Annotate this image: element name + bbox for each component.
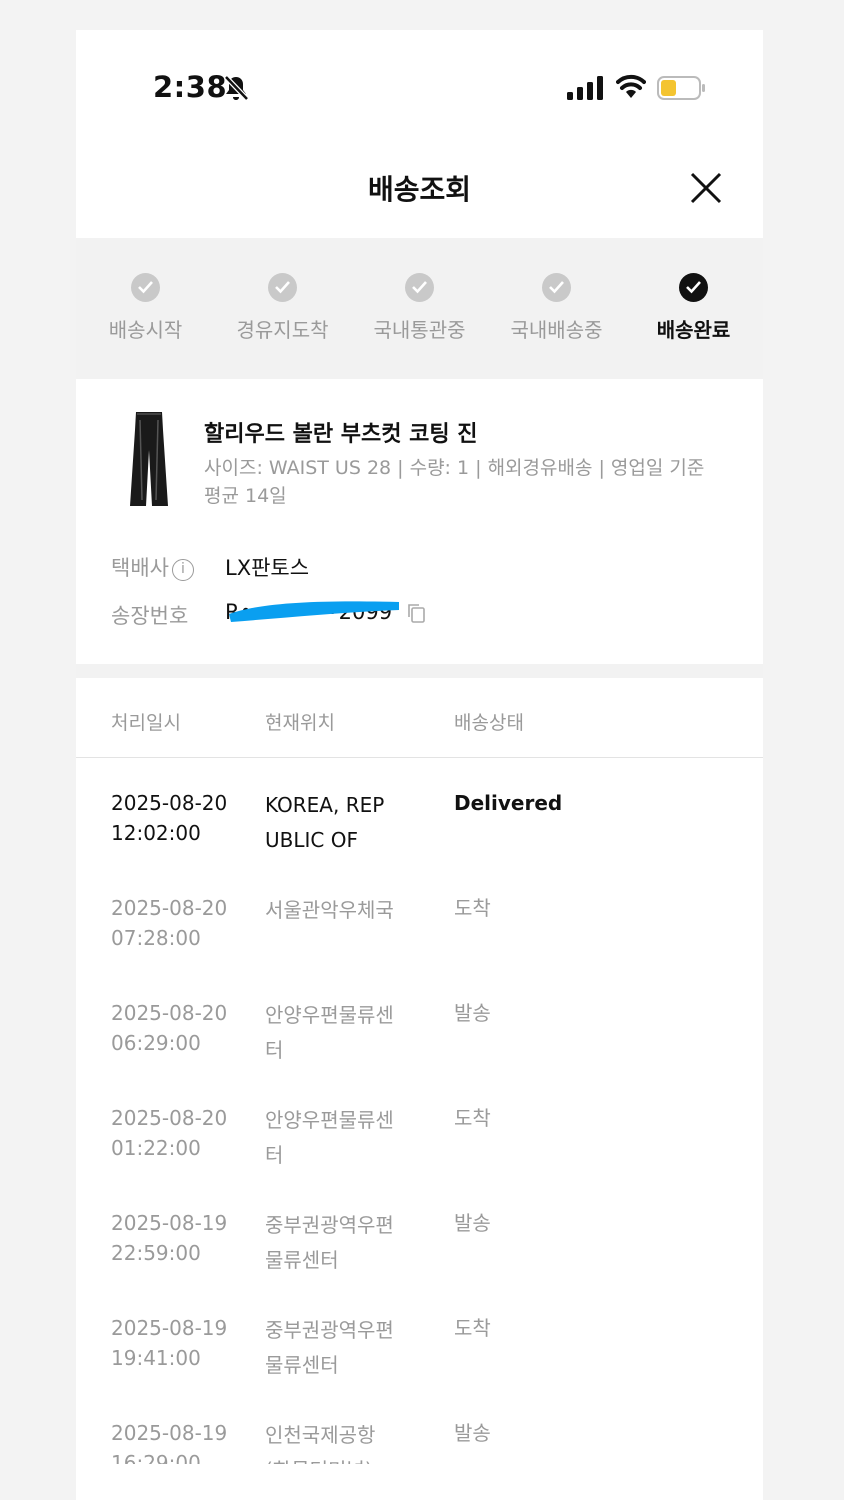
step-transit-arrived: 경유지도착: [214, 238, 351, 379]
column-header-date: 처리일시: [111, 712, 181, 734]
row-time: 22:59:00: [111, 1241, 201, 1265]
status-bar: 2:38: [76, 30, 763, 120]
row-datetime: 2025-08-20 12:02:00: [111, 788, 251, 848]
tracking-number-label: 송장번호: [111, 604, 189, 628]
row-location: 서울관악우체국: [265, 898, 394, 922]
check-icon: [679, 273, 708, 302]
row-datetime: 2025-08-20 06:29:00: [111, 998, 251, 1058]
clock: 2:38: [153, 70, 228, 104]
header-divider: [76, 757, 763, 758]
row-datetime: 2025-08-19 19:41:00: [111, 1313, 251, 1373]
row-datetime: 2025-08-19 22:59:00: [111, 1208, 251, 1268]
row-time: 12:02:00: [111, 821, 201, 845]
table-row: 2025-08-19 16:29:00 인천국제공항(화물터미널) 발송: [76, 1418, 763, 1464]
cellular-signal-icon: [567, 76, 603, 100]
row-date: 2025-08-20: [111, 791, 228, 815]
row-time: 19:41:00: [111, 1346, 201, 1370]
table-row: 2025-08-20 07:28:00 서울관악우체국 도착: [76, 893, 763, 997]
step-label: 국내배송중: [510, 318, 603, 342]
table-row: 2025-08-20 06:29:00 안양우편물류센터 발송: [76, 998, 763, 1102]
row-date: 2025-08-19: [111, 1421, 228, 1445]
column-header-status: 배송상태: [454, 712, 524, 734]
row-status: 발송: [454, 1211, 491, 1235]
step-domestic-delivery: 국내배송중: [488, 238, 625, 379]
info-icon[interactable]: i: [171, 559, 194, 581]
step-delivered: 배송완료: [625, 238, 762, 379]
check-icon: [405, 273, 434, 302]
check-icon: [542, 273, 571, 302]
step-label: 배송시작: [108, 318, 183, 342]
row-status: 도착: [454, 1316, 491, 1340]
row-status: 도착: [454, 1106, 491, 1130]
courier-value: LX판토스: [225, 556, 310, 580]
row-date: 2025-08-20: [111, 1001, 228, 1025]
row-date: 2025-08-20: [111, 896, 228, 920]
courier-label-text: 택배사: [111, 556, 169, 580]
column-header-location: 현재위치: [265, 712, 335, 734]
row-time: 01:22:00: [111, 1136, 201, 1160]
row-location: 안양우편물류센터: [265, 1003, 394, 1062]
row-location: 중부권광역우편물류센터: [265, 1213, 394, 1272]
row-date: 2025-08-19: [111, 1211, 228, 1235]
row-location: KOREA, REPUBLIC OF: [265, 793, 385, 852]
copy-icon[interactable]: [407, 603, 425, 623]
table-row: 2025-08-20 01:22:00 안양우편물류센터 도착: [76, 1103, 763, 1207]
check-icon: [131, 273, 160, 302]
row-location: 중부권광역우편물류센터: [265, 1318, 394, 1377]
table-row: 2025-08-19 22:59:00 중부권광역우편물류센터 발송: [76, 1208, 763, 1312]
row-location: 안양우편물류센터: [265, 1108, 394, 1167]
battery-icon: [657, 76, 705, 100]
row-datetime: 2025-08-19 16:29:00: [111, 1418, 251, 1464]
table-row: 2025-08-20 12:02:00 KOREA, REPUBLIC OF De…: [76, 788, 763, 892]
redaction-scribble: [229, 601, 399, 622]
section-divider: [76, 664, 763, 678]
row-location: 인천국제공항(화물터미널): [265, 1423, 376, 1464]
delivery-progress-stepper: 배송시작 경유지도착 국내통관중 국내배송중 배송완료: [76, 238, 763, 379]
row-datetime: 2025-08-20 01:22:00: [111, 1103, 251, 1163]
tracking-screen: 2:38 배송조회 배송시작 경유지도착 국내통관중 국내배송중 배송완료 할리…: [76, 30, 763, 1500]
wifi-icon: [616, 74, 646, 98]
product-name: 할리우드 볼란 부츠컷 코팅 진: [204, 422, 478, 447]
step-label: 배송완료: [656, 318, 731, 342]
row-time: 06:29:00: [111, 1031, 201, 1055]
courier-label: 택배사 i: [111, 552, 194, 582]
step-shipping-started: 배송시작: [77, 238, 214, 379]
row-status: 발송: [454, 1421, 491, 1445]
row-time: 16:29:00: [111, 1451, 201, 1464]
close-icon[interactable]: [688, 170, 724, 206]
step-label: 국내통관중: [373, 318, 466, 342]
silent-bell-icon: [224, 75, 249, 101]
row-time: 07:28:00: [111, 926, 201, 950]
row-datetime: 2025-08-20 07:28:00: [111, 893, 251, 953]
step-label: 경유지도착: [236, 318, 329, 342]
row-status: 도착: [454, 896, 491, 920]
row-date: 2025-08-19: [111, 1316, 228, 1340]
check-icon: [268, 273, 297, 302]
step-customs: 국내통관중: [351, 238, 488, 379]
table-row: 2025-08-19 19:41:00 중부권광역우편물류센터 도착: [76, 1313, 763, 1417]
product-options: 사이즈: WAIST US 28 | 수량: 1 | 해외경유배송 | 영업일 …: [204, 457, 705, 507]
row-status: Delivered: [454, 791, 563, 815]
row-status: 발송: [454, 1001, 491, 1025]
product-thumbnail[interactable]: [128, 410, 170, 508]
page-title: 배송조회: [367, 173, 472, 206]
row-date: 2025-08-20: [111, 1106, 228, 1130]
